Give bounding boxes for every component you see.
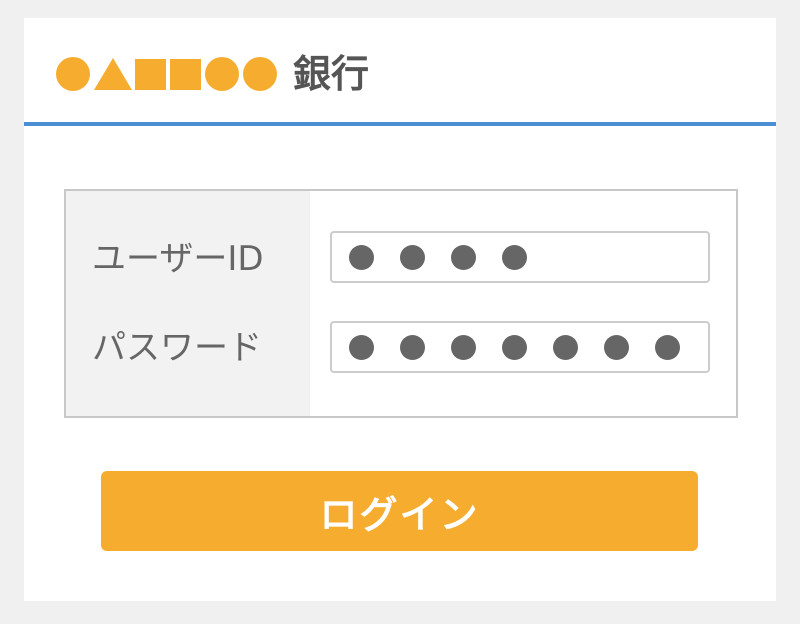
mask-dot bbox=[451, 244, 476, 270]
user-id-label: ユーザーID bbox=[92, 239, 264, 279]
bank-name: 銀行 bbox=[293, 52, 370, 96]
mask-dot bbox=[655, 334, 680, 360]
user-id-masked-value bbox=[349, 244, 553, 270]
login-form: ユーザーID パスワード bbox=[64, 189, 738, 418]
mask-dot bbox=[553, 334, 578, 360]
label-column: ユーザーID パスワード bbox=[66, 191, 310, 416]
password-input[interactable] bbox=[330, 321, 710, 373]
logo-circle-icon bbox=[243, 57, 277, 91]
logo-square-icon bbox=[135, 58, 166, 90]
mask-dot bbox=[502, 244, 527, 270]
bank-logo: 銀行 bbox=[56, 55, 369, 93]
logo-square-icon bbox=[170, 58, 201, 90]
logo-circle-icon bbox=[56, 57, 90, 91]
mask-dot bbox=[604, 334, 629, 360]
mask-dot bbox=[349, 334, 374, 360]
mask-dot bbox=[349, 244, 374, 270]
mask-dot bbox=[502, 334, 527, 360]
login-card: 銀行 ユーザーID パスワード ログイン bbox=[24, 18, 776, 601]
password-label: パスワード bbox=[92, 328, 262, 368]
login-button[interactable]: ログイン bbox=[101, 471, 698, 551]
user-id-input[interactable] bbox=[330, 231, 710, 283]
header: 銀行 bbox=[24, 18, 776, 126]
mask-dot bbox=[451, 334, 476, 360]
mask-dot bbox=[400, 334, 425, 360]
mask-dot bbox=[400, 244, 425, 270]
logo-circle-icon bbox=[205, 57, 239, 91]
password-masked-value bbox=[349, 334, 706, 360]
logo-triangle-icon bbox=[94, 58, 132, 90]
